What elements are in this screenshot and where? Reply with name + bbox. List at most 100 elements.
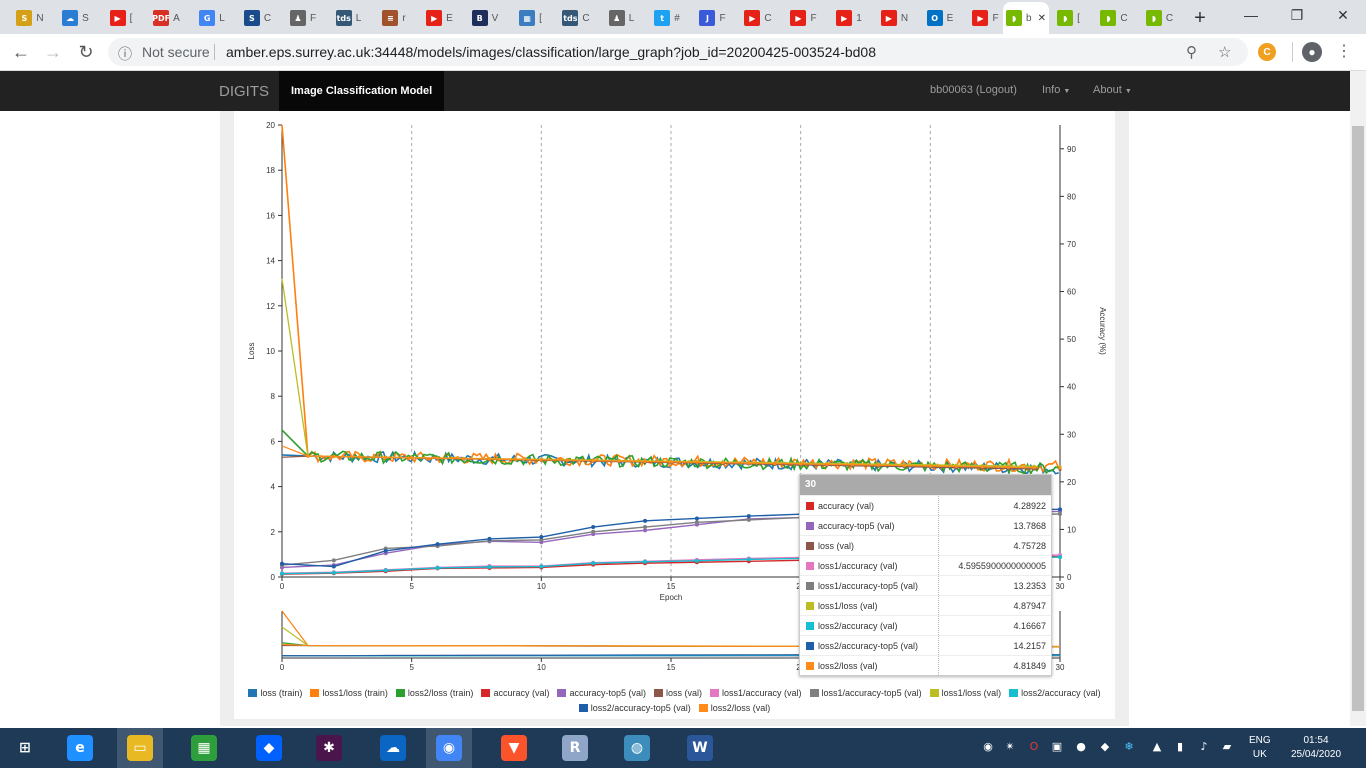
browser-tab[interactable]: ▶ F — [784, 4, 824, 32]
browser-tab[interactable]: ◗[ — [1049, 4, 1089, 32]
data-point — [747, 461, 751, 465]
zoom-icon[interactable]: ⚲ — [1186, 43, 1197, 61]
tooltip-row: accuracy-top5 (val) 13.7868 — [800, 515, 1051, 535]
youtube-icon: ▶ — [426, 10, 443, 26]
legend-item[interactable]: loss1/loss (train) — [310, 686, 388, 701]
taskbar-app[interactable]: R — [552, 728, 598, 768]
legend-item[interactable]: loss1/accuracy-top5 (val) — [809, 686, 922, 701]
menu-kebab-icon[interactable]: ⋮ — [1336, 41, 1352, 61]
browser-tab[interactable]: tds L — [329, 4, 369, 32]
wifi-icon[interactable]: ▲ — [1150, 740, 1164, 754]
taskbar-app[interactable]: ◉ — [426, 728, 472, 768]
taskbar-app[interactable]: ◆ — [246, 728, 292, 768]
taskbar-app[interactable]: ▦ — [181, 728, 227, 768]
browser-tab[interactable]: BV — [465, 4, 505, 32]
person-icon: ♟ — [289, 10, 306, 26]
legend-item[interactable]: loss (train) — [248, 686, 302, 701]
legend-item[interactable]: loss2/accuracy-top5 (val) — [578, 701, 691, 716]
nav-active-page[interactable]: Image Classification Model — [279, 71, 445, 111]
reload-button[interactable]: ↻ — [75, 41, 97, 63]
bitdefender-icon[interactable]: ◆ — [1098, 740, 1112, 754]
bluetooth-icon[interactable]: ✴ — [1003, 740, 1017, 754]
browser-tab[interactable]: PDF A — [147, 4, 187, 32]
taskbar-app[interactable]: ◍ — [614, 728, 660, 768]
device-icon[interactable]: ▣ — [1050, 740, 1064, 754]
url-text[interactable]: amber.eps.surrey.ac.uk:34448/models/imag… — [226, 44, 876, 60]
address-bar[interactable]: ⓘ Not secure amber.eps.surrey.ac.uk:3444… — [108, 38, 1248, 66]
browser-tab[interactable]: ▶ 1 — [829, 4, 869, 32]
back-button[interactable]: ← — [10, 41, 32, 63]
browser-tab[interactable]: GL — [192, 4, 232, 32]
minimize-button[interactable]: — — [1228, 0, 1274, 30]
extension-icon[interactable]: C — [1258, 43, 1276, 61]
browser-tab[interactable]: ▶ F — [966, 4, 1006, 32]
antivirus-icon[interactable]: ● — [1074, 740, 1088, 754]
tab-title: # — [674, 12, 680, 24]
start-button[interactable]: ⊞ — [2, 728, 48, 768]
taskbar-app[interactable]: ✱ — [306, 728, 352, 768]
browser-tab[interactable]: t # — [647, 4, 687, 32]
browser-tab[interactable]: OE — [920, 4, 960, 32]
series-value: 4.5955900000000005 — [958, 560, 1046, 571]
user-logout-link[interactable]: bb00063 (Logout) — [930, 84, 1017, 96]
legend-item[interactable]: loss2/loss (train) — [395, 686, 473, 701]
browser-tab[interactable]: SC — [238, 4, 278, 32]
legend-item[interactable]: loss2/loss (val) — [698, 701, 770, 716]
browser-tab[interactable]: JF — [693, 4, 733, 32]
legend-item[interactable]: accuracy-top5 (val) — [557, 686, 646, 701]
browser-tab[interactable]: ☁ S — [56, 4, 96, 32]
info-icon[interactable]: ⓘ — [118, 44, 132, 64]
opera-icon[interactable]: O — [1027, 740, 1041, 754]
youtube-icon: ▶ — [109, 10, 126, 26]
volume-icon[interactable]: ♪ — [1197, 740, 1211, 754]
taskbar-clock[interactable]: 01:54 25/04/2020 — [1286, 734, 1346, 762]
browser-tab[interactable]: ≡ r — [374, 4, 414, 32]
close-tab-icon[interactable]: ✕ — [1038, 13, 1046, 24]
browser-tab[interactable]: ▶ N — [875, 4, 915, 32]
snowflake-icon[interactable]: ❄ — [1122, 740, 1136, 754]
taskbar-app[interactable]: e — [57, 728, 103, 768]
brand-link[interactable]: DIGITS — [219, 83, 269, 100]
data-point — [746, 514, 751, 519]
legend-label: loss1/loss (train) — [322, 688, 388, 698]
about-menu[interactable]: About ▼ — [1093, 84, 1132, 96]
browser-tab[interactable]: ♟ F — [283, 4, 323, 32]
info-menu[interactable]: Info ▼ — [1042, 84, 1070, 96]
taskbar-app[interactable]: W — [677, 728, 723, 768]
taskbar-app[interactable]: ▭ — [117, 728, 163, 768]
browser-tab[interactable]: SN — [10, 4, 50, 32]
taskbar-app[interactable]: ▼ — [491, 728, 537, 768]
taskbar-app[interactable]: ☁ — [370, 728, 416, 768]
browser-tab[interactable]: ▶ E — [420, 4, 460, 32]
browser-tab[interactable]: tds C — [556, 4, 596, 32]
browser-tab[interactable]: ◗ b ✕ — [1003, 2, 1049, 34]
profile-avatar-icon[interactable]: ● — [1302, 42, 1322, 62]
scrollbar-thumb[interactable] — [1352, 126, 1364, 711]
forward-button[interactable]: → — [42, 41, 64, 63]
legend-item[interactable]: loss2/accuracy (val) — [1009, 686, 1101, 701]
internet-explorer-icon: e — [67, 735, 93, 761]
restore-button[interactable]: ❐ — [1274, 0, 1320, 30]
legend-item[interactable]: accuracy (val) — [481, 686, 549, 701]
close-window-button[interactable]: ✕ — [1320, 0, 1366, 30]
browser-tab[interactable]: ◗ C — [1094, 4, 1134, 32]
dropbox-icon: ◆ — [256, 735, 282, 761]
page-scrollbar[interactable] — [1350, 71, 1366, 726]
network-shield-icon[interactable]: ◉ — [981, 740, 995, 754]
browser-tab[interactable]: ◗ C — [1140, 4, 1180, 32]
browser-tab[interactable]: ▶ C — [738, 4, 778, 32]
bookmark-star-icon[interactable]: ☆ — [1218, 43, 1231, 61]
legend-item[interactable]: loss (val) — [653, 686, 702, 701]
security-status[interactable]: Not secure — [142, 44, 210, 60]
legend-item[interactable]: loss1/loss (val) — [929, 686, 1001, 701]
tab-title: F — [992, 12, 999, 24]
browser-tab[interactable]: ▶[ — [101, 4, 141, 32]
language-indicator[interactable]: ENG UK — [1249, 734, 1271, 762]
new-tab-button[interactable]: + — [1186, 4, 1214, 32]
browser-tab[interactable]: ♟ L — [602, 4, 642, 32]
legend-swatch — [310, 689, 320, 697]
browser-tab[interactable]: ▦[ — [511, 4, 551, 32]
battery-icon[interactable]: ▮ — [1173, 740, 1187, 754]
legend-item[interactable]: loss1/accuracy (val) — [710, 686, 802, 701]
notification-icon[interactable]: ▰ — [1220, 740, 1234, 754]
